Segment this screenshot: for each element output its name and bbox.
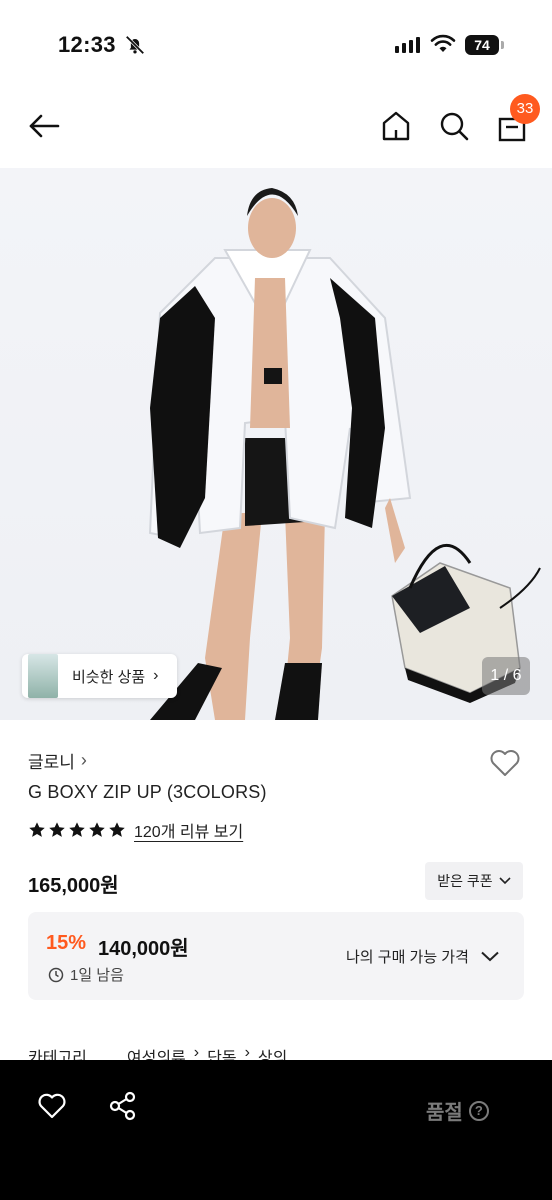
product-price: 165,000원 (28, 875, 119, 897)
rating-row: 120개 리뷰 보기 (28, 818, 243, 842)
top-nav-bar (0, 90, 552, 168)
remaining-time: 1일 남음 (48, 964, 124, 985)
chevron-down-icon (481, 951, 499, 962)
clock-icon (48, 967, 64, 982)
star-icon (49, 822, 65, 837)
coupon-label: 받은 쿠폰 (437, 873, 493, 889)
bottom-action-bar: 품절 ? (0, 1060, 552, 1200)
chevron-right-icon: › (80, 750, 87, 770)
search-icon[interactable] (436, 108, 472, 144)
status-time: 12:33 (58, 32, 116, 57)
signal-icon (395, 37, 420, 53)
share-icon[interactable] (108, 1090, 138, 1122)
soldout-status[interactable]: 품절 ? (426, 1096, 489, 1125)
wishlist-heart-icon[interactable] (488, 746, 522, 780)
discount-box[interactable]: 15% 140,000원 1일 남음 나의 구매 가능 가격 (28, 912, 524, 1000)
product-image-carousel[interactable]: 비슷한 상품 › 1 / 6 (0, 168, 552, 720)
battery-icon: 74 (465, 35, 505, 55)
help-icon[interactable]: ? (468, 1100, 489, 1121)
soldout-label: 품절 (426, 1102, 463, 1124)
my-price-label: 나의 구매 가능 가격 (346, 949, 469, 966)
wifi-icon (430, 34, 456, 52)
back-arrow-icon[interactable] (26, 108, 62, 144)
cart-count-badge: 33 (510, 94, 540, 124)
product-title: G BOXY ZIP UP (3COLORS) (28, 782, 267, 802)
product-photo (148, 188, 541, 720)
star-icon (109, 822, 125, 837)
similar-products-label: 비슷한 상품 (72, 668, 146, 686)
brand-link[interactable]: 글로니 › (28, 748, 87, 773)
similar-products-button[interactable]: 비슷한 상품 › (22, 654, 177, 698)
status-bar: 12:33 74 (0, 0, 552, 90)
heart-icon[interactable] (36, 1090, 68, 1122)
star-icon (89, 822, 105, 837)
brand-name: 글로니 (28, 753, 75, 772)
discount-price: 140,000원 (98, 938, 189, 960)
my-purchase-price-toggle[interactable]: 나의 구매 가능 가격 (346, 946, 499, 967)
star-icon (29, 822, 45, 837)
image-page-indicator: 1 / 6 (482, 657, 530, 695)
discount-percent: 15% (46, 932, 87, 954)
chevron-down-icon (499, 877, 511, 885)
chevron-right-icon: › (153, 667, 159, 684)
home-icon[interactable] (378, 108, 414, 144)
star-icon (69, 822, 85, 837)
reviews-link[interactable]: 120개 리뷰 보기 (134, 818, 243, 842)
received-coupon-button[interactable]: 받은 쿠폰 (425, 862, 523, 900)
bell-off-icon (125, 35, 145, 55)
remaining-label: 1일 남음 (70, 967, 124, 984)
similar-product-thumbnail (28, 654, 58, 698)
battery-level: 74 (465, 35, 499, 55)
